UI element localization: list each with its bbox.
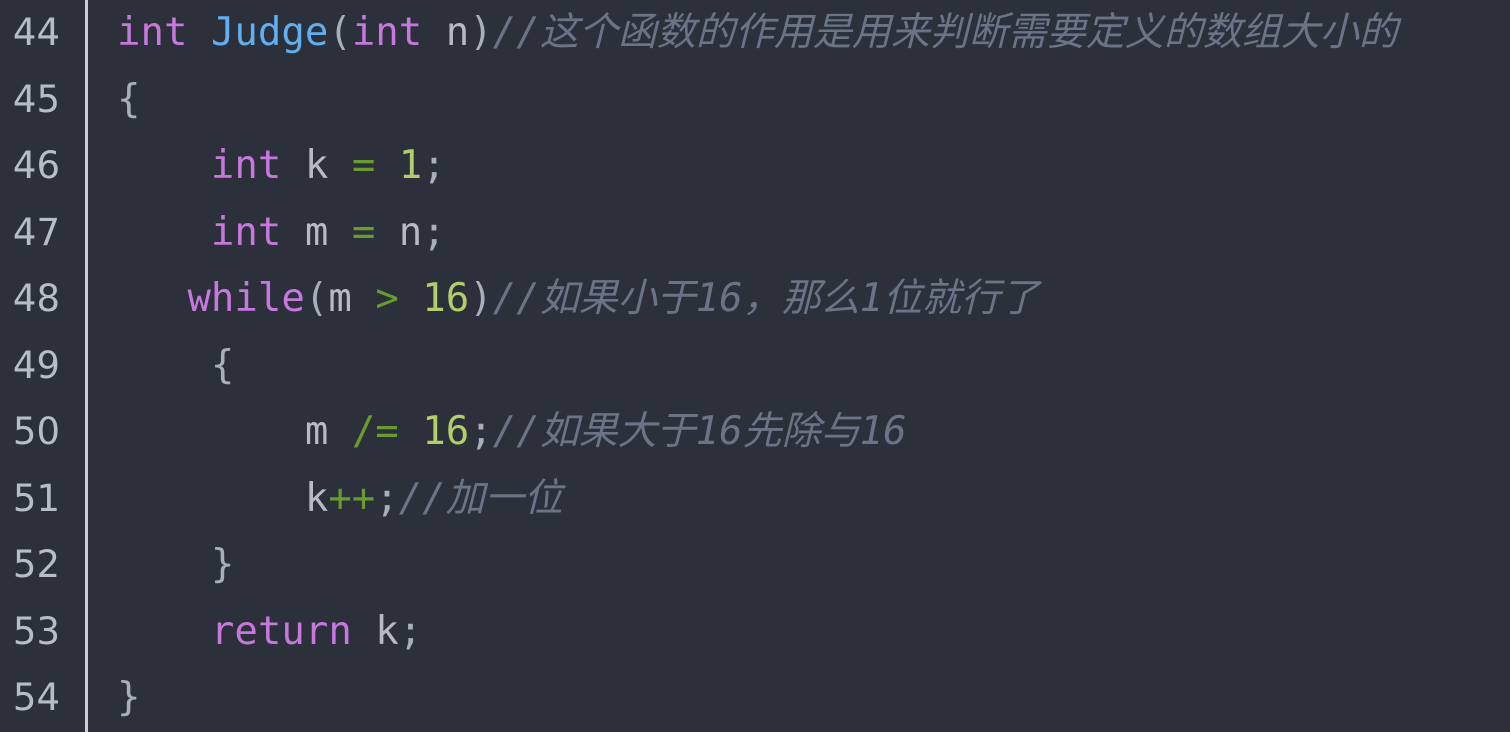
token-num: 16 bbox=[422, 276, 470, 322]
line-number[interactable]: 45 bbox=[0, 67, 60, 134]
token-plain: m bbox=[281, 209, 352, 255]
token-plain: k bbox=[281, 143, 352, 189]
token-op: /= bbox=[351, 409, 399, 455]
token-num: 1 bbox=[398, 143, 423, 189]
token-punct: { bbox=[117, 76, 141, 122]
token-comment: //如果大于16先除与16 bbox=[492, 409, 907, 455]
token-plain: m bbox=[328, 276, 376, 322]
token-punct: } bbox=[117, 675, 141, 721]
token-kw: return bbox=[210, 608, 352, 654]
code-line[interactable]: while(m > 16)//如果小于16，那么1位就行了 bbox=[88, 266, 1510, 333]
token-kw: while bbox=[187, 276, 305, 322]
token-op: = bbox=[351, 143, 376, 189]
line-number[interactable]: 54 bbox=[0, 665, 60, 732]
code-line[interactable]: return k; bbox=[88, 599, 1510, 666]
token-punct: ) bbox=[469, 10, 493, 55]
token-punct: ; bbox=[422, 209, 446, 255]
token-punct: ( bbox=[304, 276, 329, 322]
token-op: ++ bbox=[328, 475, 376, 521]
line-number[interactable]: 53 bbox=[0, 599, 60, 666]
token-comment: //加一位 bbox=[398, 475, 563, 521]
line-number[interactable]: 44 bbox=[0, 0, 60, 67]
token-plain: k bbox=[304, 475, 329, 521]
line-number[interactable]: 52 bbox=[0, 532, 60, 599]
token-punct: ; bbox=[398, 608, 423, 654]
token-punct: { bbox=[210, 342, 235, 388]
token-kw: int bbox=[210, 209, 282, 255]
code-line[interactable]: } bbox=[88, 532, 1510, 599]
code-line[interactable]: k++;//加一位 bbox=[88, 466, 1510, 533]
code-line[interactable]: int m = n; bbox=[88, 200, 1510, 267]
token-plain: n bbox=[422, 10, 470, 55]
line-number[interactable]: 51 bbox=[0, 466, 60, 533]
code-line[interactable]: int Judge(int n)//这个函数的作用是用来判断需要定义的数组大小的 bbox=[88, 0, 1510, 67]
token-kw: int bbox=[117, 10, 188, 55]
token-plain: n bbox=[375, 209, 423, 255]
code-editor[interactable]: 44 45 46 47 48 49 50 51 52 53 54 int Judge(int n)/… bbox=[0, 0, 1510, 732]
line-number[interactable]: 47 bbox=[0, 200, 60, 267]
token-op: = bbox=[351, 209, 376, 255]
token-plain: m bbox=[304, 409, 352, 455]
line-number[interactable]: 48 bbox=[0, 266, 60, 333]
code-line[interactable]: } bbox=[88, 665, 1510, 732]
token-punct: ; bbox=[422, 143, 446, 189]
token-op: > bbox=[375, 276, 399, 322]
token-kw: int bbox=[210, 143, 282, 189]
token-fn: Judge bbox=[210, 10, 329, 55]
line-number[interactable]: 50 bbox=[0, 399, 60, 466]
token-plain: k bbox=[351, 608, 399, 654]
token-kw: int bbox=[351, 10, 423, 55]
line-number[interactable]: 46 bbox=[0, 133, 60, 200]
code-line[interactable]: { bbox=[88, 333, 1510, 400]
token-punct: } bbox=[210, 542, 235, 588]
code-line[interactable]: { bbox=[88, 67, 1510, 134]
code-line[interactable]: int k = 1; bbox=[88, 133, 1510, 200]
token-punct: ; bbox=[375, 475, 399, 521]
code-line[interactable]: m /= 16;//如果大于16先除与16 bbox=[88, 399, 1510, 466]
line-number-gutter[interactable]: 44 45 46 47 48 49 50 51 52 53 54 bbox=[0, 0, 88, 732]
code-content-area[interactable]: int Judge(int n)//这个函数的作用是用来判断需要定义的数组大小的… bbox=[88, 0, 1510, 732]
editor-body: 44 45 46 47 48 49 50 51 52 53 54 int Judge(int n)/… bbox=[0, 0, 1510, 732]
token-num: 16 bbox=[422, 409, 470, 455]
token-punct: ( bbox=[328, 10, 352, 55]
token-comment: //如果小于16，那么1位就行了 bbox=[492, 276, 1040, 322]
token-punct: ) bbox=[469, 276, 493, 322]
token-comment: //这个函数的作用是用来判断需要定义的数组大小的 bbox=[492, 10, 1398, 55]
line-number[interactable]: 49 bbox=[0, 333, 60, 400]
token-punct: ; bbox=[469, 409, 493, 455]
